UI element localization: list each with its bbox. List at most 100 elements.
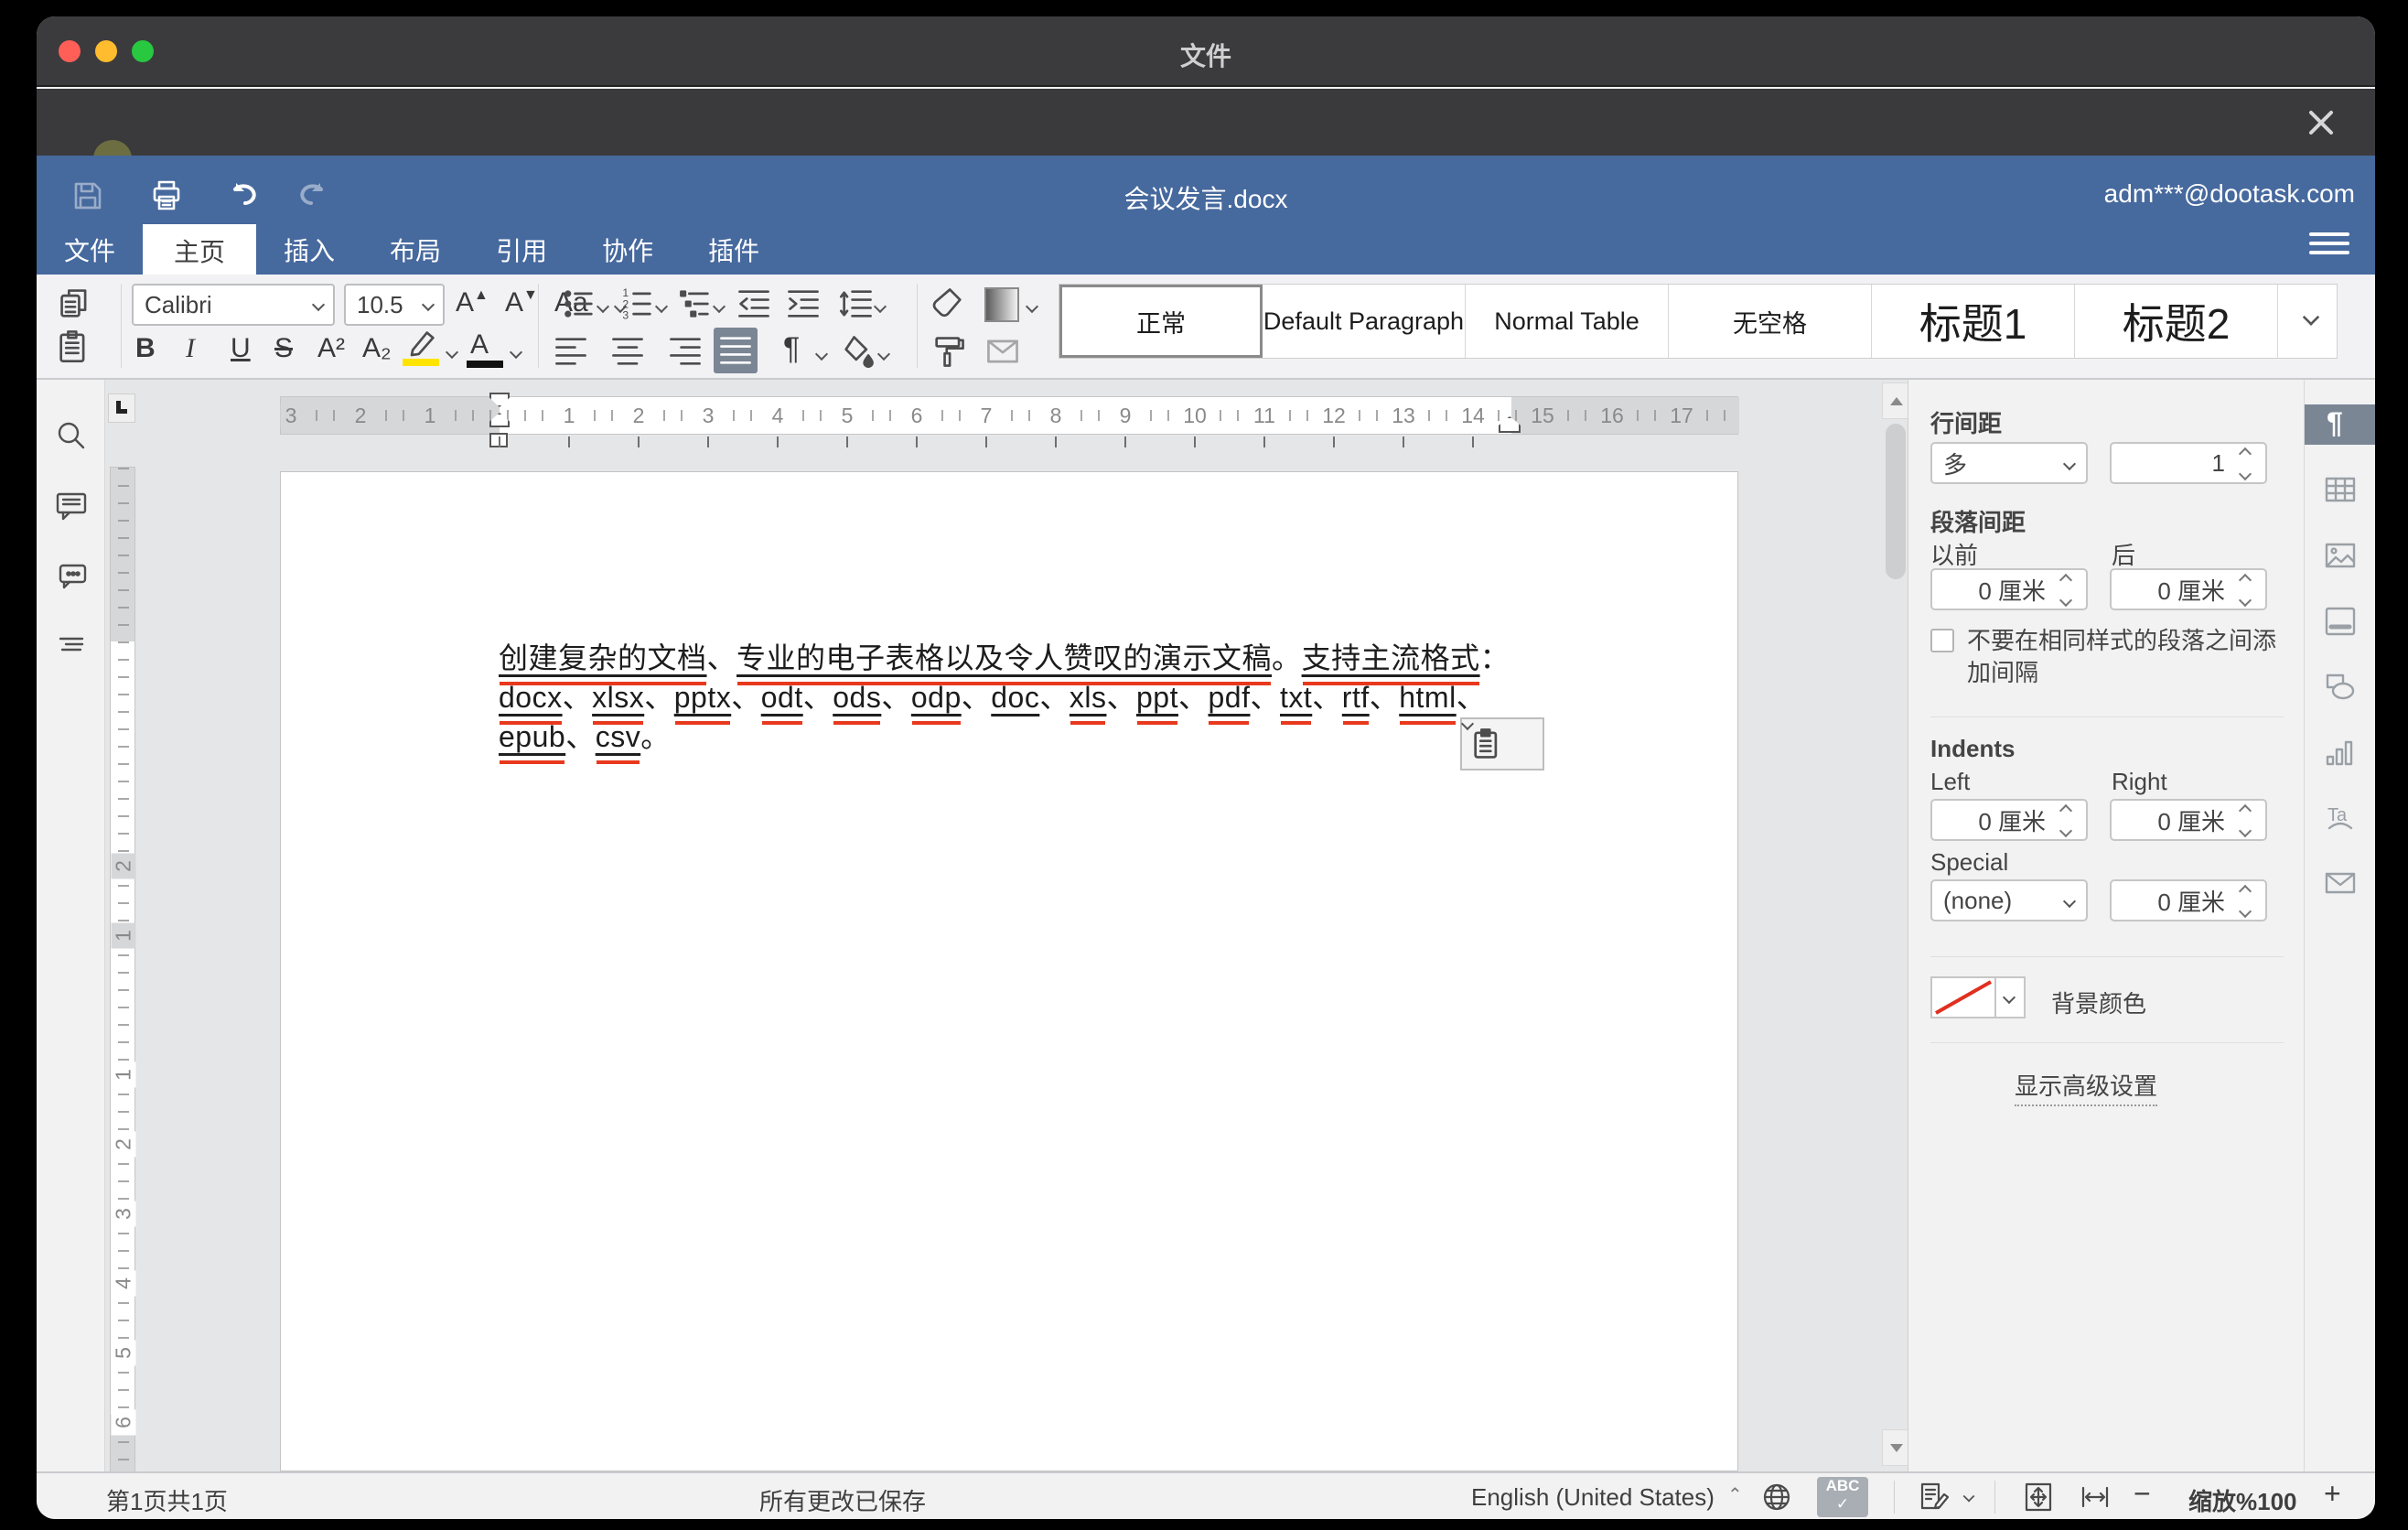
tab-3[interactable]: 布局 (362, 224, 468, 275)
bold-button[interactable]: B (135, 333, 156, 364)
style-2[interactable]: Normal Table (1466, 285, 1669, 358)
paragraph-shading-icon[interactable] (840, 333, 876, 370)
mail-merge-icon[interactable] (984, 333, 1021, 370)
document-page[interactable]: 创建复杂的文档、专业的电子表格以及令人赞叹的演示文稿。支持主流格式： docx、… (280, 471, 1738, 1471)
spinner[interactable] (2234, 447, 2258, 480)
scroll-down-button[interactable] (1882, 1429, 1909, 1466)
menu-icon[interactable] (2309, 227, 2349, 256)
line-spacing-mode-select[interactable]: 多 (1930, 442, 2088, 484)
paragraph-marks-icon[interactable]: ¶ (783, 331, 800, 367)
spacing-after-input[interactable]: 0 厘米 (2110, 568, 2267, 610)
increase-indent-icon[interactable] (785, 286, 822, 322)
style-1[interactable]: Default Paragraph (1263, 285, 1466, 358)
comments-icon[interactable] (53, 488, 90, 524)
align-center-icon[interactable] (609, 333, 646, 370)
highlight-color-icon[interactable] (403, 328, 439, 364)
style-3[interactable]: 无空格 (1669, 285, 1872, 358)
paste-options-button[interactable] (1460, 717, 1544, 770)
strikethrough-button[interactable]: S (274, 333, 293, 364)
spinner[interactable] (2234, 885, 2258, 918)
mail-merge-settings-icon[interactable] (2322, 865, 2359, 901)
underline-button[interactable]: U (231, 333, 251, 364)
multilevel-chevron-icon[interactable] (714, 302, 725, 313)
special-amount-input[interactable]: 0 厘米 (2110, 879, 2267, 921)
bullets-icon[interactable] (561, 286, 597, 322)
bullets-chevron-icon[interactable] (597, 302, 608, 313)
paragraph-settings-tab[interactable]: ¶ (2305, 404, 2375, 445)
indent-left-input[interactable]: 0 厘米 (1930, 799, 2088, 841)
special-select[interactable]: (none) (1930, 879, 2088, 921)
font-name-select[interactable]: Calibri (132, 284, 335, 326)
line-spacing-value-input[interactable]: 1 (2110, 442, 2267, 484)
spinner[interactable] (2234, 574, 2258, 607)
copy-icon[interactable] (57, 286, 93, 322)
vertical-ruler[interactable]: 211234567891011 (110, 467, 135, 1471)
fit-width-icon[interactable] (2079, 1481, 2112, 1514)
tab-1[interactable]: 主页 (143, 224, 256, 276)
align-left-icon[interactable] (553, 333, 589, 370)
multilevel-list-icon[interactable] (677, 286, 714, 322)
decrease-font-icon[interactable]: A▼ (505, 287, 538, 318)
page-indicator[interactable]: 第1页共1页 (106, 1483, 228, 1517)
styles-more-icon[interactable] (2304, 311, 2318, 326)
textart-settings-icon[interactable]: Ta (2322, 799, 2359, 835)
numbering-icon[interactable]: 123 (619, 286, 656, 322)
paste-icon[interactable] (55, 328, 91, 364)
numbering-chevron-icon[interactable] (656, 302, 667, 313)
chart-settings-icon[interactable] (2322, 735, 2359, 771)
decrease-indent-icon[interactable] (736, 286, 772, 322)
image-settings-icon[interactable] (2322, 537, 2359, 574)
fit-page-icon[interactable] (2022, 1481, 2055, 1514)
line-spacing-icon[interactable] (838, 286, 875, 322)
chat-icon[interactable] (53, 557, 90, 594)
page-color-icon[interactable] (984, 287, 1019, 322)
background-color-chevron-icon[interactable] (1996, 976, 2026, 1018)
tab-0[interactable]: 文件 (37, 224, 143, 275)
indent-right-input[interactable]: 0 厘米 (2110, 799, 2267, 841)
close-icon[interactable] (2304, 105, 2338, 140)
tab-5[interactable]: 协作 (575, 224, 681, 275)
italic-button[interactable]: I (186, 333, 195, 364)
spellcheck-toggle[interactable]: ABC✓ (1817, 1477, 1868, 1517)
copy-style-icon[interactable] (930, 333, 967, 370)
shape-settings-icon[interactable] (2322, 669, 2359, 706)
language-selector[interactable]: English (United States) (1471, 1483, 1715, 1512)
style-5[interactable]: 标题2 (2075, 285, 2278, 358)
page-color-chevron-icon[interactable] (1027, 302, 1037, 313)
spinner[interactable] (2055, 804, 2079, 837)
show-advanced-settings-link[interactable]: 显示高级设置 (2015, 1068, 2157, 1106)
search-icon[interactable] (53, 418, 90, 455)
paragraph-marks-chevron-icon[interactable] (816, 350, 827, 361)
font-size-select[interactable]: 10.5 (344, 284, 445, 326)
track-changes-icon[interactable] (1918, 1481, 1951, 1514)
zoom-out-button[interactable]: − (2134, 1477, 2151, 1511)
font-color-chevron-icon[interactable] (511, 348, 521, 359)
spinner[interactable] (2055, 574, 2079, 607)
style-4[interactable]: 标题1 (1872, 285, 2075, 358)
align-right-icon[interactable] (667, 333, 704, 370)
style-0[interactable]: 正常 (1059, 285, 1263, 358)
vertical-scrollbar-thumb[interactable] (1886, 424, 1906, 579)
zoom-in-button[interactable]: + (2324, 1477, 2341, 1511)
subscript-button[interactable]: A₂ (362, 333, 392, 364)
track-changes-chevron-icon[interactable] (1964, 1492, 1974, 1503)
tab-4[interactable]: 引用 (468, 224, 575, 275)
align-justify-icon[interactable] (714, 328, 758, 373)
background-color-swatch[interactable] (1930, 976, 1996, 1018)
highlight-chevron-icon[interactable] (446, 348, 457, 359)
superscript-button[interactable]: A² (317, 333, 345, 364)
increase-font-icon[interactable]: A▲ (456, 287, 489, 318)
clear-style-icon[interactable] (930, 286, 966, 322)
spacing-before-input[interactable]: 0 厘米 (1930, 568, 2088, 610)
font-color-icon[interactable]: A (470, 329, 489, 361)
spinner[interactable] (2234, 804, 2258, 837)
set-language-globe-icon[interactable] (1760, 1481, 1793, 1514)
same-style-checkbox[interactable] (1930, 629, 1954, 652)
table-settings-icon[interactable] (2322, 471, 2359, 508)
tab-stop-selector[interactable] (108, 393, 135, 423)
scroll-up-button[interactable] (1882, 382, 1909, 419)
tab-2[interactable]: 插入 (256, 224, 362, 275)
line-spacing-chevron-icon[interactable] (875, 302, 886, 313)
tab-6[interactable]: 插件 (681, 224, 787, 275)
header-footer-settings-icon[interactable] (2322, 603, 2359, 640)
